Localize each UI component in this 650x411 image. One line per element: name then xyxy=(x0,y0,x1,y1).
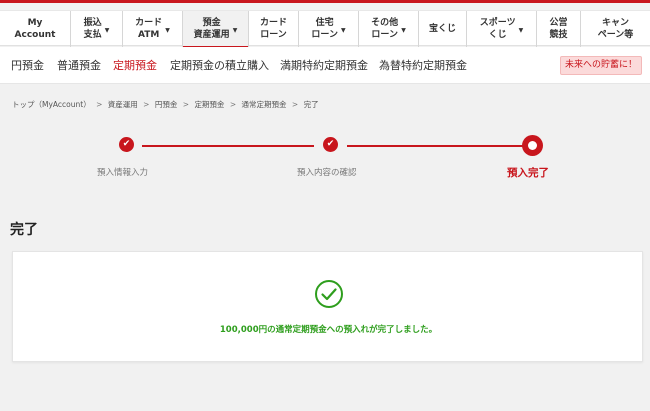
page-title: 完了 xyxy=(10,222,38,238)
step-1-label: 預入情報入力 xyxy=(97,168,149,178)
breadcrumb: トップ（MyAccount） > 資産運用 > 円預金 > 定期預金 > 通常定… xyxy=(12,99,319,110)
brand-top-rule xyxy=(0,0,650,3)
breadcrumb-asset-management[interactable]: 資産運用 xyxy=(108,100,138,109)
step-2-check-icon: ✔ xyxy=(323,137,338,152)
caret-down-icon: ▼ xyxy=(165,27,170,34)
subnav-yen-deposit[interactable]: 円預金 xyxy=(11,47,44,84)
breadcrumb-yen-deposit[interactable]: 円預金 xyxy=(155,100,178,109)
step-connector xyxy=(142,145,314,147)
subnav-time-deposit-installment[interactable]: 定期預金の積立購入 xyxy=(170,47,269,84)
caret-down-icon: ▼ xyxy=(104,27,110,34)
global-nav: My Account 振込 支払 ▼ カード ATM ▼ 預金 資産運用 ▼ カード … xyxy=(0,10,650,48)
subnav-ordinary-deposit[interactable]: 普通預金 xyxy=(57,47,101,84)
breadcrumb-separator: > xyxy=(182,100,190,109)
step-1-check-icon: ✔ xyxy=(119,137,134,152)
breadcrumb-time-deposit[interactable]: 定期預金 xyxy=(194,100,224,109)
breadcrumb-separator: > xyxy=(229,100,237,109)
caret-down-icon: ▼ xyxy=(518,27,524,34)
subnav-fx-special-deposit[interactable]: 為替特約定期預金 xyxy=(379,47,467,84)
nav-card-atm[interactable]: カード ATM ▼ xyxy=(122,11,182,47)
step-connector xyxy=(347,145,524,147)
breadcrumb-current: 完了 xyxy=(303,100,319,109)
nav-my-account[interactable]: My Account xyxy=(0,11,70,47)
breadcrumb-separator: > xyxy=(96,100,103,109)
subnav-time-deposit[interactable]: 定期預金 xyxy=(113,47,157,84)
nav-transfer-payment[interactable]: 振込 支払 ▼ xyxy=(70,11,122,47)
breadcrumb-top[interactable]: トップ（MyAccount） xyxy=(12,100,91,109)
step-3-label: 預入完了 xyxy=(507,167,549,179)
nav-campaign[interactable]: キャン ペーン等 xyxy=(580,11,650,47)
sub-nav: 円預金 普通預金 定期預金 定期預金の積立購入 満期特約定期預金 為替特約定期預… xyxy=(0,47,650,84)
current-step-icon xyxy=(522,135,543,156)
success-check-icon xyxy=(315,280,343,308)
breadcrumb-regular-time-deposit[interactable]: 通常定期預金 xyxy=(242,100,287,109)
completion-card: 100,000円の通常定期預金への預入れが完了しました。 xyxy=(12,251,643,362)
nav-housing-loan[interactable]: 住宅 ローン ▼ xyxy=(298,11,358,47)
caret-down-icon: ▼ xyxy=(340,27,346,34)
breadcrumb-separator: > xyxy=(291,100,299,109)
nav-other-loan[interactable]: その他 ローン ▼ xyxy=(358,11,418,47)
nav-public-racing[interactable]: 公営 競技 xyxy=(536,11,580,47)
step-2-label: 預入内容の確認 xyxy=(297,168,357,178)
nav-sports-lottery[interactable]: スポーツ くじ ▼ xyxy=(466,11,536,47)
nav-card-loan[interactable]: カード ローン xyxy=(248,11,298,47)
nav-deposit-investment[interactable]: 預金 資産運用 ▼ xyxy=(182,11,248,48)
nav-lottery[interactable]: 宝くじ xyxy=(418,11,466,47)
savings-promo-button[interactable]: 未来への貯蓄に！ xyxy=(560,56,642,75)
subnav-maturity-special-deposit[interactable]: 満期特約定期預金 xyxy=(280,47,368,84)
caret-down-icon: ▼ xyxy=(401,27,406,34)
caret-down-icon: ▼ xyxy=(232,27,238,34)
completion-message: 100,000円の通常定期預金への預入れが完了しました。 xyxy=(219,325,438,335)
breadcrumb-separator: > xyxy=(143,100,150,109)
